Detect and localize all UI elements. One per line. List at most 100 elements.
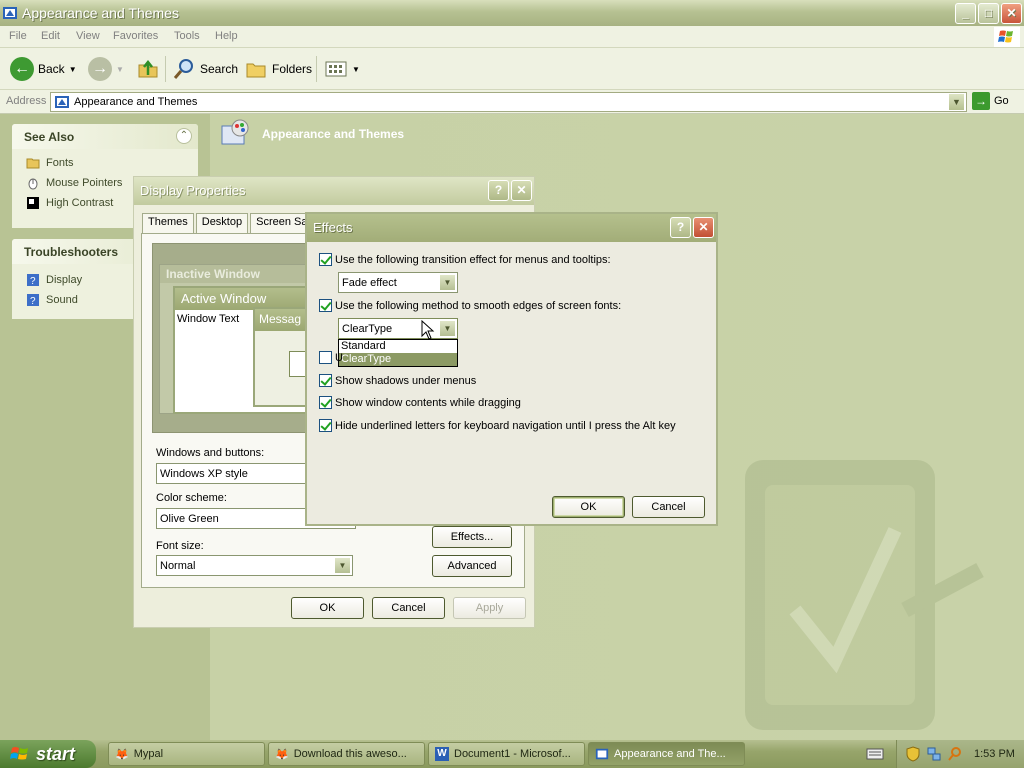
font-smoothing-select[interactable]: ClearType ▼ xyxy=(338,318,458,339)
page-heading-text: Appearance and Themes xyxy=(262,127,405,141)
taskbar-item-appearance[interactable]: Appearance and The... xyxy=(588,742,745,766)
close-button[interactable]: ✕ xyxy=(1001,3,1022,24)
windows-buttons-label: Windows and buttons: xyxy=(156,447,265,459)
effects-title: Effects xyxy=(313,220,353,235)
font-smoothing-option[interactable]: Use the following method to smooth edges… xyxy=(319,299,621,312)
views-dropdown-icon: ▼ xyxy=(352,64,360,74)
network-icon[interactable] xyxy=(926,746,942,762)
maximize-button[interactable]: □ xyxy=(978,3,999,24)
appearance-themes-icon xyxy=(221,119,249,145)
effects-titlebar[interactable]: Effects xyxy=(307,214,716,242)
menu-shadows-option[interactable]: Show shadows under menus xyxy=(319,374,476,387)
windows-logo-icon xyxy=(994,27,1020,47)
hide-underlines-checkbox[interactable] xyxy=(319,419,332,432)
security-shield-icon[interactable] xyxy=(905,746,921,762)
help-button[interactable]: ? xyxy=(488,180,509,201)
keyboard-icon[interactable] xyxy=(866,746,884,762)
back-dropdown-icon: ▼ xyxy=(68,64,77,74)
transition-effect-checkbox[interactable] xyxy=(319,253,332,266)
advanced-button[interactable]: Advanced xyxy=(432,555,512,577)
taskbar-item-label: Document1 - Microsof... xyxy=(454,748,571,760)
large-icons-checkbox[interactable] xyxy=(319,351,332,364)
search-icon[interactable] xyxy=(947,746,963,762)
collapse-chevron-icon[interactable]: ⌃ xyxy=(176,128,192,144)
search-button[interactable]: Search xyxy=(168,52,242,86)
menu-shadows-label: Show shadows under menus xyxy=(335,374,477,387)
chevron-down-icon[interactable]: ▼ xyxy=(439,320,456,337)
taskbar-item-document[interactable]: W Document1 - Microsof... xyxy=(428,742,585,766)
help-button[interactable]: ? xyxy=(670,217,691,238)
close-button[interactable]: ✕ xyxy=(511,180,532,201)
troubleshooter-display-label: Display xyxy=(46,274,83,286)
chevron-down-icon[interactable]: ▼ xyxy=(334,557,351,574)
transition-effect-select[interactable]: Fade effect ▼ xyxy=(338,272,458,293)
cancel-button[interactable]: Cancel xyxy=(372,597,445,619)
views-button[interactable]: ▼ xyxy=(320,52,364,86)
address-bar: Address Appearance and Themes ▼ → Go xyxy=(0,90,1024,114)
menu-edit[interactable]: Edit xyxy=(41,30,60,42)
apply-button[interactable]: Apply xyxy=(453,597,526,619)
transition-effect-label: Use the following transition effect for … xyxy=(335,253,611,266)
menu-file[interactable]: File xyxy=(9,30,27,42)
taskbar: start 🦊 Mypal 🦊 Download this aweso... W… xyxy=(0,740,1024,768)
taskbar-item-label: Download this aweso... xyxy=(293,748,407,760)
display-properties-title: Display Properties xyxy=(140,183,246,198)
toolbar-separator xyxy=(165,56,166,82)
svg-text:?: ? xyxy=(30,296,36,307)
hide-underlines-option[interactable]: Hide underlined letters for keyboard nav… xyxy=(319,419,676,432)
checkmark-watermark-icon xyxy=(745,460,984,730)
font-size-select[interactable]: Normal ▼ xyxy=(156,555,353,576)
menu-help[interactable]: Help xyxy=(215,30,238,42)
window-titlebar[interactable]: Appearance and Themes _ □ ✕ xyxy=(0,0,1024,26)
display-properties-titlebar[interactable]: Display Properties xyxy=(134,177,534,205)
see-also-mouse-pointers-label: Mouse Pointers xyxy=(46,177,123,189)
close-button[interactable]: ✕ xyxy=(693,217,714,238)
go-button[interactable]: → Go xyxy=(972,92,1009,110)
search-icon xyxy=(173,59,193,79)
font-smoothing-value: ClearType xyxy=(342,322,393,335)
back-arrow-icon: ← xyxy=(10,57,34,81)
drag-contents-checkbox[interactable] xyxy=(319,396,332,409)
taskbar-item-mypal[interactable]: 🦊 Mypal xyxy=(108,742,265,766)
views-icon xyxy=(325,61,347,77)
see-also-fonts[interactable]: Fonts xyxy=(12,153,198,173)
font-smoothing-checkbox[interactable] xyxy=(319,299,332,312)
address-dropdown-button[interactable]: ▼ xyxy=(948,93,965,111)
menu-favorites[interactable]: Favorites xyxy=(113,30,158,42)
taskbar-item-download[interactable]: 🦊 Download this aweso... xyxy=(268,742,425,766)
up-folder-button[interactable] xyxy=(132,52,164,86)
effects-ok-button[interactable]: OK xyxy=(552,496,625,518)
chevron-down-icon[interactable]: ▼ xyxy=(439,274,456,291)
font-smoothing-option-standard[interactable]: Standard xyxy=(339,340,457,353)
start-button[interactable]: start xyxy=(0,740,96,768)
control-panel-icon xyxy=(55,96,69,108)
forward-arrow-icon: → xyxy=(88,57,112,81)
tab-themes[interactable]: Themes xyxy=(142,213,194,233)
font-size-value: Normal xyxy=(160,559,196,572)
effects-cancel-button[interactable]: Cancel xyxy=(632,496,705,518)
menu-shadows-checkbox[interactable] xyxy=(319,374,332,387)
high-contrast-icon xyxy=(27,197,39,209)
address-field[interactable]: Appearance and Themes xyxy=(50,92,967,112)
folders-button[interactable]: Folders xyxy=(240,52,316,86)
effects-button[interactable]: Effects... xyxy=(432,526,512,548)
tab-desktop[interactable]: Desktop xyxy=(195,213,249,233)
help-icon: ? xyxy=(27,274,39,287)
window-title: Appearance and Themes xyxy=(22,5,179,21)
ok-button[interactable]: OK xyxy=(291,597,364,619)
menu-view[interactable]: View xyxy=(76,30,100,42)
forward-button[interactable]: → ▼ xyxy=(84,52,128,86)
transition-effect-option[interactable]: Use the following transition effect for … xyxy=(319,253,611,266)
start-label: start xyxy=(36,743,76,764)
back-button[interactable]: ← Back ▼ xyxy=(6,52,81,86)
large-icons-label: U xyxy=(335,351,343,364)
font-smoothing-option-cleartype[interactable]: ClearType xyxy=(339,353,457,366)
menu-tools[interactable]: Tools xyxy=(174,30,200,42)
drag-contents-option[interactable]: Show window contents while dragging xyxy=(319,396,521,409)
minimize-button[interactable]: _ xyxy=(955,3,976,24)
large-icons-option[interactable]: U xyxy=(319,351,343,364)
search-label: Search xyxy=(200,62,239,76)
help-icon: ? xyxy=(27,294,39,307)
word-icon: W xyxy=(435,747,449,761)
folders-icon xyxy=(246,63,266,78)
